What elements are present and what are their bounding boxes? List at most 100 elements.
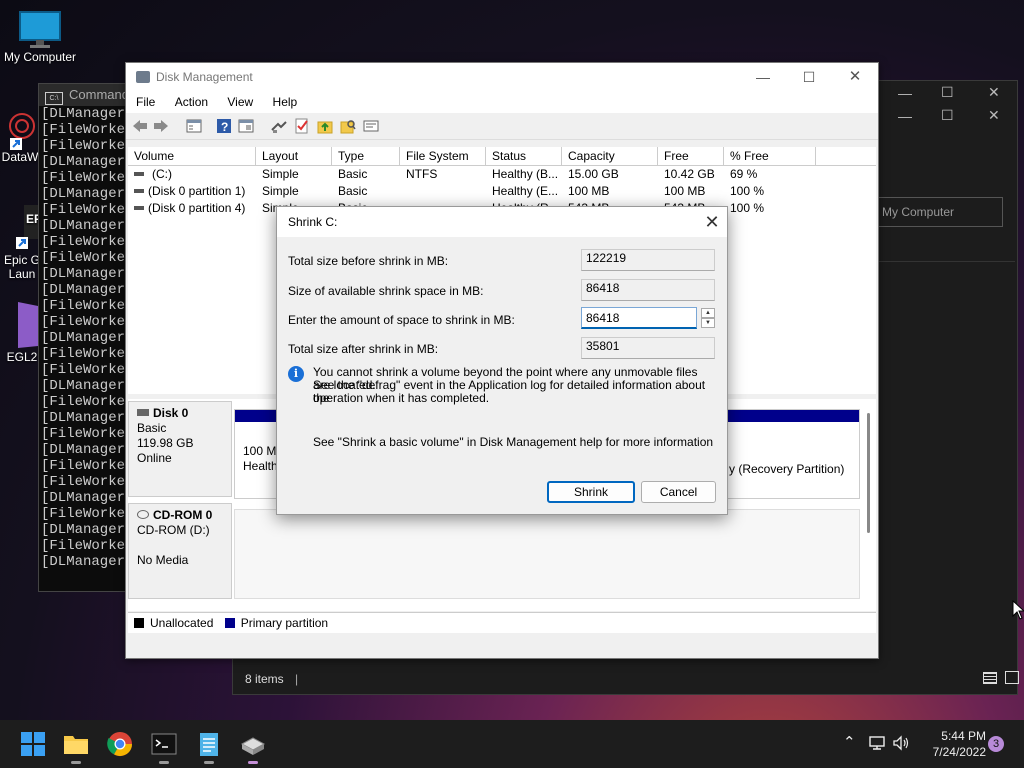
minimize-icon[interactable]: — bbox=[898, 108, 912, 124]
taskbar-chrome[interactable] bbox=[106, 730, 134, 758]
spin-up-icon[interactable]: ▲ bbox=[701, 308, 715, 318]
cell-percent-free: 100 % bbox=[730, 201, 765, 215]
cell-layout: Simple bbox=[262, 167, 299, 181]
column-layout[interactable]: Layout bbox=[256, 147, 332, 165]
details-view-icon[interactable] bbox=[983, 672, 997, 684]
network-icon[interactable] bbox=[868, 735, 886, 751]
menu-help[interactable]: Help bbox=[265, 91, 306, 113]
menu-view[interactable]: View bbox=[219, 91, 261, 113]
close-button[interactable]: ✕ bbox=[832, 63, 878, 91]
cell-type: Basic bbox=[338, 184, 368, 198]
cmd-titlebar[interactable]: C:\ Command bbox=[39, 84, 129, 106]
volume-drive-icon bbox=[134, 172, 144, 176]
toolbar: ? bbox=[126, 113, 878, 140]
taskbar-notepad[interactable] bbox=[195, 730, 223, 764]
column-status[interactable]: Status bbox=[486, 147, 562, 165]
cell-file-system: NTFS bbox=[406, 167, 438, 181]
column-type[interactable]: Type bbox=[332, 147, 400, 165]
desktop-icon-data[interactable]: DataW bbox=[0, 110, 40, 164]
cmd-line: [DLManager] bbox=[41, 106, 129, 122]
maximize-button[interactable]: ☐ bbox=[786, 63, 832, 91]
windows-logo-icon bbox=[21, 732, 45, 756]
dialog-titlebar[interactable]: Shrink C: bbox=[277, 207, 727, 237]
shrink-dialog[interactable]: Shrink C: ✕ Total size before shrink in … bbox=[276, 206, 728, 515]
notification-badge[interactable]: 3 bbox=[988, 736, 1004, 752]
cell-volume: (Disk 0 partition 1) bbox=[148, 184, 246, 198]
cdrom-name: CD-ROM 0 bbox=[153, 508, 213, 522]
column-volume[interactable]: Volume bbox=[128, 147, 256, 165]
window-title: Disk Management bbox=[156, 70, 253, 84]
svg-text:?: ? bbox=[221, 120, 228, 134]
minimize-button[interactable]: — bbox=[740, 63, 786, 91]
column-file-system[interactable]: File System bbox=[400, 147, 486, 165]
minimize-icon[interactable]: — bbox=[898, 85, 912, 101]
status-bar: 8 items | bbox=[245, 664, 1019, 694]
cell-capacity: 100 MB bbox=[568, 184, 610, 198]
console-tree-icon[interactable] bbox=[186, 118, 202, 134]
clock[interactable]: 5:44 PM 7/24/2022 bbox=[920, 728, 986, 760]
cmd-line: [DLManager] bbox=[41, 330, 129, 346]
start-button[interactable] bbox=[19, 730, 47, 758]
column-free-space[interactable]: Free Spa... bbox=[658, 147, 724, 181]
cdrom-area bbox=[234, 509, 860, 599]
shrink-amount-input[interactable] bbox=[581, 307, 697, 329]
help-icon[interactable]: ? bbox=[216, 118, 232, 134]
forward-arrow-icon[interactable] bbox=[153, 118, 169, 134]
cancel-button[interactable]: Cancel bbox=[641, 481, 716, 503]
taskbar-terminal[interactable] bbox=[150, 730, 178, 764]
item-count: 8 items bbox=[245, 672, 284, 686]
show-hidden-icons-icon[interactable]: ⌃ bbox=[843, 733, 856, 751]
cdrom-0-label[interactable]: CD-ROM 0 CD-ROM (D:) No Media bbox=[128, 503, 232, 599]
taskbar-disk-management[interactable] bbox=[239, 730, 267, 764]
shrink-button[interactable]: Shrink bbox=[547, 481, 635, 503]
cmd-line: [FileWorker bbox=[41, 250, 129, 266]
back-arrow-icon[interactable] bbox=[132, 118, 148, 134]
disk-0-label[interactable]: Disk 0 Basic 119.98 GB Online bbox=[128, 401, 232, 497]
maximize-icon[interactable]: ☐ bbox=[941, 84, 954, 101]
cmd-line: [FileWorker bbox=[41, 314, 129, 330]
cmd-line: [DLManager] bbox=[41, 410, 129, 426]
dm-titlebar[interactable]: Disk Management — ☐ ✕ bbox=[126, 63, 878, 91]
info-icon: i bbox=[288, 366, 304, 382]
recovery-partition[interactable]: y (Recovery Partition) bbox=[729, 426, 855, 492]
address-bar[interactable]: My Computer bbox=[875, 197, 1003, 227]
column-capacity[interactable]: Capacity bbox=[562, 147, 658, 165]
close-icon[interactable]: ✕ bbox=[697, 207, 727, 237]
folder-up-icon[interactable] bbox=[317, 118, 333, 134]
connect-icon[interactable] bbox=[271, 118, 287, 134]
app-icon bbox=[9, 113, 35, 150]
desktop-icon-my-computer[interactable]: My Computer bbox=[2, 10, 78, 64]
properties-icon[interactable] bbox=[238, 118, 254, 134]
disk-0-state: Online bbox=[137, 451, 172, 465]
checklist-icon[interactable] bbox=[294, 118, 310, 134]
folder-search-icon[interactable] bbox=[340, 118, 356, 134]
close-icon[interactable]: ✕ bbox=[988, 84, 1000, 101]
table-row[interactable]: (C:) Simple Basic NTFS Healthy (B... 15.… bbox=[128, 166, 876, 183]
close-icon[interactable]: ✕ bbox=[988, 107, 1000, 124]
cmd-line: [FileWorker bbox=[41, 234, 129, 250]
cell-type: Basic bbox=[338, 167, 368, 181]
running-indicator bbox=[248, 761, 258, 764]
vertical-scrollbar[interactable] bbox=[867, 413, 870, 533]
cmd-line: [FileWorker bbox=[41, 506, 129, 522]
disk-0-name: Disk 0 bbox=[153, 406, 189, 420]
taskbar-file-explorer[interactable] bbox=[62, 730, 90, 764]
disk-management-icon bbox=[136, 71, 150, 83]
running-indicator bbox=[71, 761, 81, 764]
desktop-icon-epic-games[interactable]: EP Epic G Laun bbox=[2, 205, 42, 281]
settings-list-icon[interactable] bbox=[363, 118, 379, 134]
menu-action[interactable]: Action bbox=[167, 91, 216, 113]
maximize-icon[interactable]: ☐ bbox=[941, 107, 954, 124]
menu-file[interactable]: File bbox=[126, 91, 163, 113]
tiles-view-icon[interactable] bbox=[1005, 671, 1019, 684]
column-percent-free[interactable]: % Free bbox=[724, 147, 816, 165]
command-prompt-window[interactable]: C:\ Command [DLManager] [FileWorker [FileWo… bbox=[38, 83, 130, 592]
cmd-line: [DLManager] bbox=[41, 522, 129, 538]
volume-icon[interactable] bbox=[892, 735, 910, 751]
table-row[interactable]: (Disk 0 partition 1) Simple Basic Health… bbox=[128, 183, 876, 200]
notepad-icon bbox=[200, 733, 218, 756]
spin-down-icon[interactable]: ▼ bbox=[701, 318, 715, 328]
recovery-partition-label: y (Recovery Partition) bbox=[729, 462, 845, 476]
desktop-icon-egl2[interactable]: EGL2 bbox=[2, 300, 42, 364]
shrink-amount-stepper[interactable]: ▲ ▼ bbox=[581, 307, 715, 329]
